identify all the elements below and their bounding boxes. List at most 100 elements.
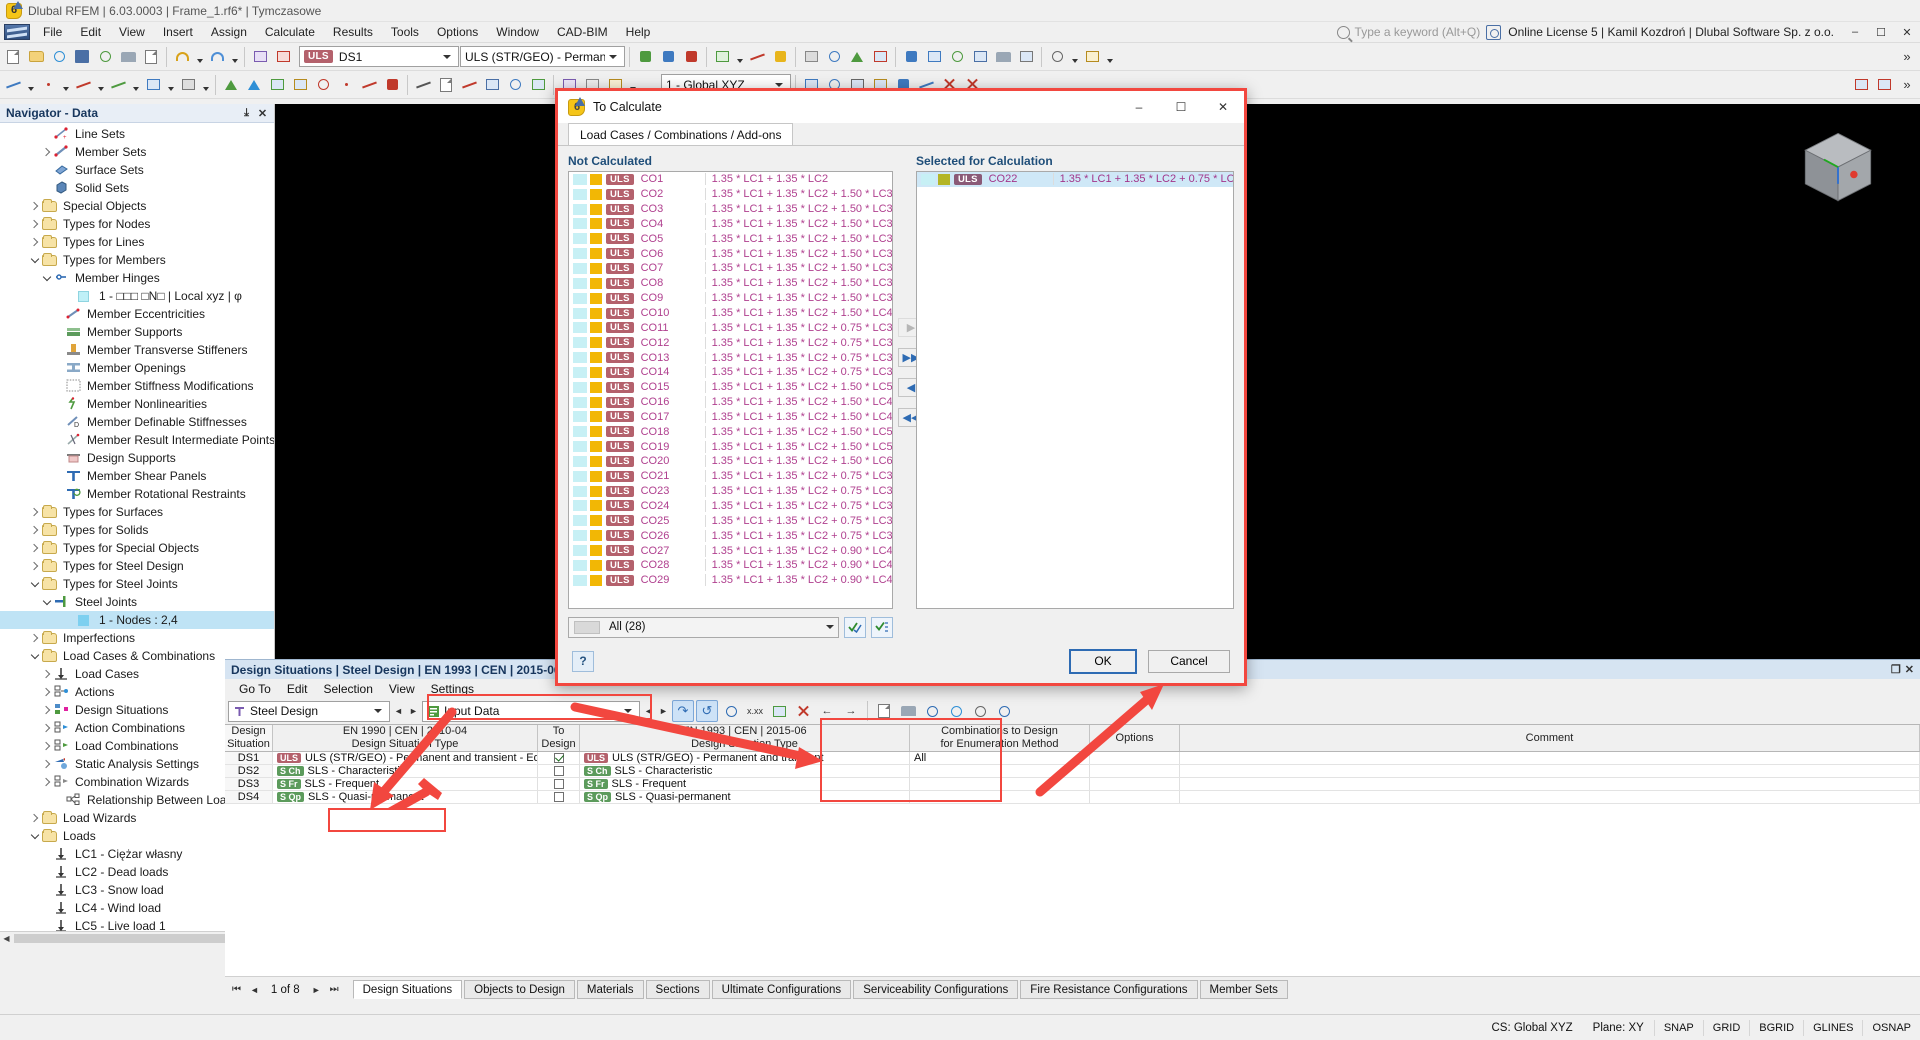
cell-en1990-type[interactable]: S Fr SLS - Frequent	[273, 778, 538, 790]
navigator-item-member-rotational-restraints[interactable]: Member Rotational Restraints	[0, 485, 274, 503]
chevron-right-icon[interactable]	[40, 685, 54, 699]
data-prev-button[interactable]: ◄	[642, 706, 655, 716]
chevron-down-icon[interactable]	[28, 253, 42, 267]
tab-member-sets[interactable]: Member Sets	[1199, 980, 1288, 999]
data-next-button[interactable]: ►	[657, 706, 670, 716]
table-menu-settings[interactable]: Settings	[423, 681, 482, 697]
redo-dropdown-icon[interactable]	[229, 46, 240, 68]
table-panel-tabs[interactable]: Design Situations Objects to Design Materi…	[352, 980, 1288, 999]
combination-row[interactable]: ULS CO9 1.35 * LC1 + 1.35 * LC2 + 1.50 * L…	[569, 291, 892, 306]
table-row[interactable]: DS4 S Qp SLS - Quasi-permanent S Qp SLS - Qu…	[225, 791, 1920, 804]
chevron-down-icon[interactable]	[40, 271, 54, 285]
save-icon[interactable]	[71, 46, 93, 68]
combination-row[interactable]: ULS CO15 1.35 * LC1 + 1.35 * LC2 + 1.50 * …	[569, 380, 892, 395]
new-file-icon[interactable]	[2, 46, 24, 68]
member-support-icon[interactable]	[266, 74, 288, 96]
module-prev-button[interactable]: ◄	[392, 706, 405, 716]
app-menu-icon[interactable]	[4, 24, 30, 40]
combination-row[interactable]: ULS CO21 1.35 * LC1 + 1.35 * LC2 + 0.75 * …	[569, 469, 892, 484]
combination-row[interactable]: ULS CO7 1.35 * LC1 + 1.35 * LC2 + 1.50 * L…	[569, 261, 892, 276]
invert-selection-icon[interactable]	[871, 616, 893, 638]
table-menu-goto[interactable]: Go To	[231, 681, 279, 697]
menu-results[interactable]: Results	[324, 23, 382, 41]
combination-row[interactable]: ULS CO28 1.35 * LC1 + 1.35 * LC2 + 0.90 * …	[569, 558, 892, 573]
save-cloud-icon[interactable]	[94, 46, 116, 68]
chevron-right-icon[interactable]	[40, 757, 54, 771]
combination-row[interactable]: ULS CO27 1.35 * LC1 + 1.35 * LC2 + 0.90 * …	[569, 543, 892, 558]
combination-row[interactable]: ULS CO25 1.35 * LC1 + 1.35 * LC2 + 0.75 * …	[569, 513, 892, 528]
table-menu-edit[interactable]: Edit	[279, 681, 316, 697]
navigator-item-imperfections[interactable]: Imperfections	[0, 629, 274, 647]
model-data-icon[interactable]	[272, 46, 294, 68]
menu-calculate[interactable]: Calculate	[256, 23, 324, 41]
keyword-search[interactable]: Type a keyword (Alt+Q)	[1336, 25, 1487, 39]
settings-icon[interactable]	[1046, 46, 1068, 68]
chevron-right-icon[interactable]	[28, 505, 42, 519]
member-dropdown-icon[interactable]	[130, 74, 141, 96]
insert-row-icon[interactable]	[768, 700, 790, 722]
render-model-icon[interactable]	[800, 46, 822, 68]
cell-en1990-type[interactable]: ULS ULS (STR/GEO) - Permanent and transie…	[273, 752, 538, 764]
navigator-item-member-transverse-stiffeners[interactable]: Member Transverse Stiffeners	[0, 341, 274, 359]
menu-help[interactable]: Help	[617, 23, 660, 41]
table-panel-close-button[interactable]: ✕	[1905, 663, 1914, 676]
calculate-all-icon[interactable]	[657, 46, 679, 68]
cloud-open-icon[interactable]	[48, 46, 70, 68]
chevron-right-icon[interactable]	[40, 775, 54, 789]
panel-left-icon[interactable]	[1850, 74, 1872, 96]
pager-last-button[interactable]: ⏭	[327, 984, 342, 995]
member-load-icon[interactable]	[381, 74, 403, 96]
clipping-icon[interactable]	[969, 46, 991, 68]
units-icon[interactable]	[1081, 46, 1103, 68]
panel-right-icon[interactable]	[1873, 74, 1895, 96]
units-dropdown-icon[interactable]	[1104, 46, 1115, 68]
chevron-right-icon[interactable]	[28, 811, 42, 825]
printout-icon[interactable]	[992, 46, 1014, 68]
model-view-icon[interactable]	[900, 46, 922, 68]
navigator-item-member-result-intermediate-points[interactable]: Member Result Intermediate Points	[0, 431, 274, 449]
combination-row[interactable]: ULS CO3 1.35 * LC1 + 1.35 * LC2 + 1.50 * L…	[569, 202, 892, 217]
line-support-icon[interactable]	[243, 74, 265, 96]
tab-load-cases-combinations-addons[interactable]: Load Cases / Combinations / Add-ons	[568, 123, 794, 145]
move-right-icon[interactable]: →	[840, 700, 862, 722]
navigator-item-types-for-special-objects[interactable]: Types for Special Objects	[0, 539, 274, 557]
combination-row[interactable]: ULS CO8 1.35 * LC1 + 1.35 * LC2 + 1.50 * L…	[569, 276, 892, 291]
cell-combinations[interactable]	[910, 791, 1090, 803]
chevron-right-icon[interactable]	[40, 703, 54, 717]
chevron-down-icon[interactable]	[605, 47, 620, 66]
chevron-right-icon[interactable]	[40, 721, 54, 735]
combination-row[interactable]: ULS CO18 1.35 * LC1 + 1.35 * LC2 + 1.50 * …	[569, 424, 892, 439]
solid-dropdown-icon[interactable]	[200, 74, 211, 96]
view-cube-icon[interactable]	[1796, 126, 1880, 210]
tab-fire-resistance-configurations[interactable]: Fire Resistance Configurations	[1020, 980, 1198, 999]
navigator-item-types-for-steel-joints[interactable]: Types for Steel Joints	[0, 575, 274, 593]
solid-view-icon[interactable]	[846, 46, 868, 68]
print-icon[interactable]	[117, 46, 139, 68]
open-file-icon[interactable]	[25, 46, 47, 68]
chevron-down-icon[interactable]	[28, 577, 42, 591]
navigator-item-surface-sets[interactable]: Surface Sets	[0, 161, 274, 179]
navigator-item-types-for-surfaces[interactable]: Types for Surfaces	[0, 503, 274, 521]
combination-row[interactable]: ULS CO2 1.35 * LC1 + 1.35 * LC2 + 1.50 * L…	[569, 187, 892, 202]
maximize-button[interactable]: ☐	[1868, 22, 1894, 42]
line-dropdown-icon[interactable]	[95, 74, 106, 96]
chevron-down-icon[interactable]	[620, 702, 635, 721]
chevron-down-icon[interactable]	[28, 829, 42, 843]
help-table-icon[interactable]	[921, 700, 943, 722]
chevron-down-icon[interactable]	[822, 618, 838, 637]
surface-support-icon[interactable]	[289, 74, 311, 96]
snap-toggle-snap[interactable]: SNAP	[1653, 1019, 1703, 1036]
copy-mirror-icon[interactable]	[481, 74, 503, 96]
navigator-close-button[interactable]: ✕	[256, 107, 269, 120]
wireframe-icon[interactable]	[823, 46, 845, 68]
cell-options[interactable]	[1090, 791, 1180, 803]
combination-row[interactable]: ULS CO16 1.35 * LC1 + 1.35 * LC2 + 1.50 * …	[569, 395, 892, 410]
undo-dropdown-icon[interactable]	[194, 46, 205, 68]
design-situation-selector[interactable]: ULS (STR/GEO) - Permane...	[460, 46, 625, 67]
cell-en1993-type[interactable]: S Qp SLS - Quasi-permanent	[580, 791, 910, 803]
calculate-icon[interactable]	[634, 46, 656, 68]
cell-combinations[interactable]	[910, 765, 1090, 777]
tab-design-situations[interactable]: Design Situations	[352, 980, 463, 999]
to-design-checkbox[interactable]	[553, 766, 564, 776]
section-view-icon[interactable]	[923, 46, 945, 68]
